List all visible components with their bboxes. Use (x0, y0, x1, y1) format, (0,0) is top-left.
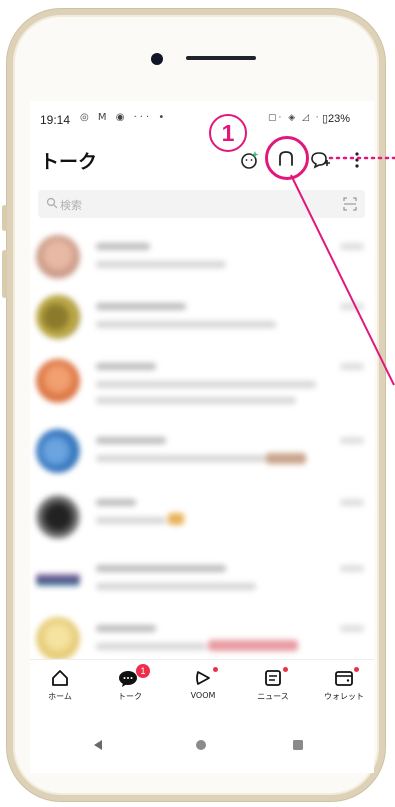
search-icon (46, 197, 58, 209)
side-button (2, 205, 7, 231)
search-placeholder: 検索 (60, 199, 82, 212)
home-button-icon[interactable] (195, 739, 207, 751)
battery-indicator: ▯23% (322, 113, 351, 125)
side-button (2, 250, 7, 298)
tab-label: ウォレット (324, 692, 364, 701)
talk-header: トーク (30, 137, 374, 181)
tab-news[interactable]: ニュース (243, 667, 303, 712)
notification-dot (213, 667, 218, 672)
chat-row[interactable] (30, 349, 374, 421)
new-chat-icon[interactable] (309, 149, 331, 171)
chat-list (30, 223, 374, 663)
avatar (36, 429, 80, 473)
avatar (36, 359, 80, 403)
tab-label: ホーム (48, 692, 72, 701)
voom-icon (196, 671, 210, 685)
tab-home[interactable]: ホーム (30, 668, 90, 712)
chat-row[interactable] (30, 289, 374, 349)
signal-icons: ▢· ◈ ◿ · (268, 113, 321, 123)
chat-row[interactable] (30, 485, 374, 551)
front-camera (151, 53, 163, 65)
step-number-badge: 1 (209, 114, 247, 152)
avatar (36, 295, 80, 339)
chat-row[interactable] (30, 551, 374, 611)
status-bar: 19:14 ◎ M ◉ ··· • ▢· ◈ ◿ · ▯23% (30, 101, 374, 129)
tab-label: トーク (118, 692, 142, 701)
notification-icons: ◎ M ◉ ··· • (80, 112, 168, 123)
chat-row[interactable] (30, 423, 374, 483)
back-icon[interactable] (92, 739, 104, 751)
avatar (36, 495, 80, 539)
unread-badge: 1 (136, 664, 150, 678)
phone-screen: 19:14 ◎ M ◉ ··· • ▢· ◈ ◿ · ▯23% トーク 検索 ホ… (30, 101, 374, 773)
avatar (36, 235, 80, 279)
avatar (36, 557, 80, 601)
ai-sparkle-icon[interactable] (239, 149, 261, 171)
page-title: トーク (40, 151, 98, 173)
tab-talk[interactable]: 1 トーク (100, 664, 160, 712)
speaker-slot (186, 56, 256, 60)
home-icon (52, 670, 68, 686)
status-time: 19:14 (40, 113, 71, 127)
wallet-icon (335, 671, 353, 686)
news-icon (265, 670, 281, 686)
bottom-tab-bar: ホーム 1 トーク VOOM ニュース ウォレット (30, 659, 374, 718)
tab-voom[interactable]: VOOM (173, 667, 233, 712)
tab-label: ニュース (257, 692, 289, 701)
highlight-ring (265, 136, 309, 180)
avatar (36, 617, 80, 661)
tab-label: VOOM (190, 691, 216, 700)
notification-dot (283, 667, 288, 672)
qr-scan-icon[interactable] (343, 197, 357, 211)
more-options-icon[interactable] (346, 149, 368, 171)
search-input[interactable]: 検索 (38, 190, 365, 218)
recents-icon[interactable] (292, 739, 304, 751)
tab-wallet[interactable]: ウォレット (314, 667, 374, 712)
android-nav-bar (30, 717, 374, 773)
chat-row[interactable] (30, 229, 374, 289)
notification-dot (354, 667, 359, 672)
